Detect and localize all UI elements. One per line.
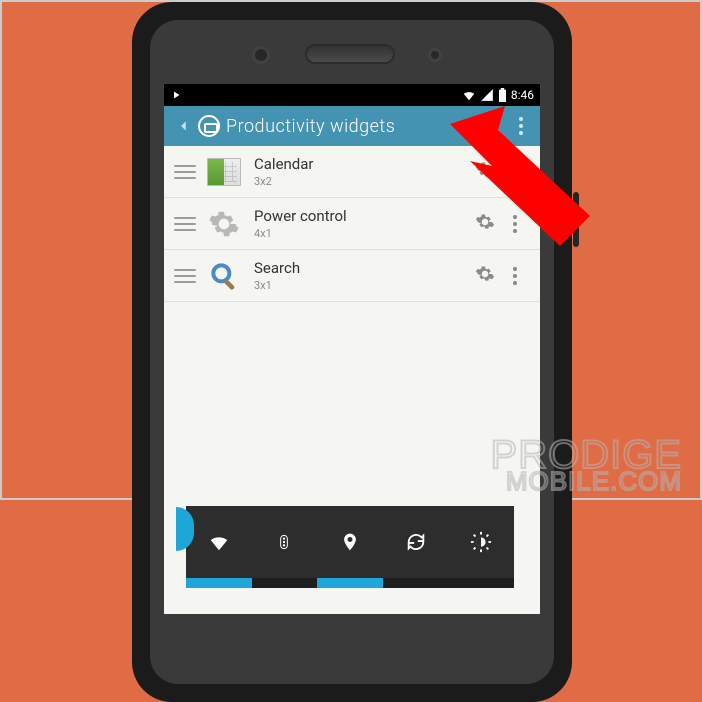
item-overflow-button[interactable] bbox=[500, 160, 530, 184]
app-logo-icon bbox=[198, 115, 220, 137]
settings-button[interactable] bbox=[470, 264, 500, 288]
list-item[interactable]: Search 3x1 bbox=[164, 250, 540, 302]
toggle-bluetooth[interactable] bbox=[252, 506, 318, 578]
status-time: 8:46 bbox=[511, 88, 534, 102]
settings-button[interactable] bbox=[470, 212, 500, 236]
item-overflow-button[interactable] bbox=[500, 264, 530, 288]
drag-handle-icon[interactable] bbox=[174, 269, 196, 283]
widget-name: Power control bbox=[254, 207, 470, 225]
back-button[interactable] bbox=[170, 112, 198, 140]
page-title: Productivity widgets bbox=[226, 116, 472, 137]
toggle-sync[interactable] bbox=[383, 506, 449, 578]
widget-name: Search bbox=[254, 259, 470, 277]
toggle-location[interactable] bbox=[317, 506, 383, 578]
play-store-icon bbox=[170, 89, 182, 101]
drag-handle-icon[interactable] bbox=[174, 165, 196, 179]
toggle-wifi[interactable] bbox=[186, 506, 252, 578]
screen: 8:46 Productivity widgets + bbox=[164, 84, 540, 614]
phone-side-button bbox=[573, 192, 579, 247]
phone-speaker bbox=[305, 44, 395, 64]
settings-button[interactable] bbox=[470, 160, 500, 184]
widget-size: 3x2 bbox=[254, 175, 470, 188]
phone-frame: 8:46 Productivity widgets + bbox=[132, 2, 572, 702]
phone-camera bbox=[252, 46, 270, 64]
widget-thumbnail-gear bbox=[206, 206, 242, 242]
widget-thumbnail-calendar bbox=[206, 154, 242, 190]
status-bar: 8:46 bbox=[164, 84, 540, 106]
toggle-brightness[interactable] bbox=[448, 506, 514, 578]
wifi-icon bbox=[462, 88, 476, 102]
list-item[interactable]: Power control 4x1 bbox=[164, 198, 540, 250]
widget-size: 4x1 bbox=[254, 227, 470, 240]
widget-size: 3x1 bbox=[254, 279, 470, 292]
signal-icon bbox=[480, 88, 494, 102]
power-control-preview bbox=[186, 506, 514, 606]
overflow-menu-button[interactable] bbox=[508, 114, 534, 138]
phone-sensor bbox=[428, 48, 442, 62]
list-item[interactable]: Calendar 3x2 bbox=[164, 146, 540, 198]
app-bar: Productivity widgets + bbox=[164, 106, 540, 146]
widget-name: Calendar bbox=[254, 155, 470, 173]
add-button[interactable]: + bbox=[472, 112, 508, 140]
item-overflow-button[interactable] bbox=[500, 212, 530, 236]
drag-handle-icon[interactable] bbox=[174, 217, 196, 231]
widget-thumbnail-search bbox=[206, 258, 242, 294]
battery-icon bbox=[498, 88, 507, 102]
